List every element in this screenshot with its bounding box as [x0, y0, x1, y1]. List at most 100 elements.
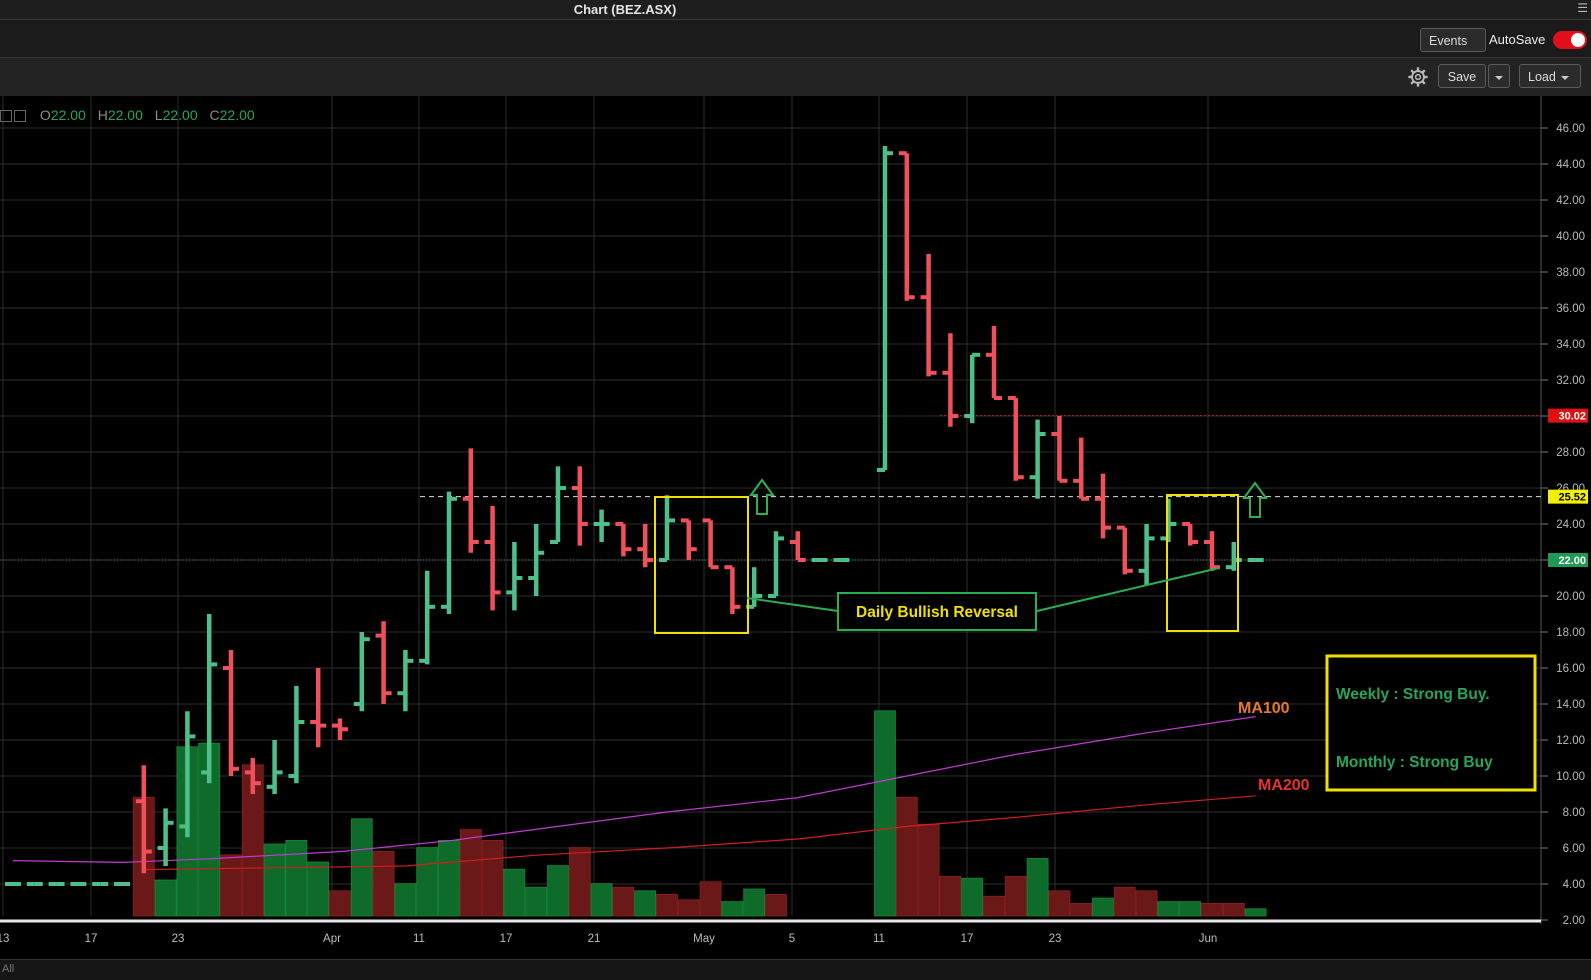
events-dropdown[interactable]: Events	[1420, 28, 1486, 68]
plot-background	[0, 96, 1591, 924]
range-bar: All	[0, 959, 1591, 980]
volume-bar	[677, 899, 700, 917]
open-key: O	[39, 107, 51, 123]
price-tag-label: 30.02	[1558, 411, 1586, 423]
volume-bar	[983, 895, 1005, 917]
volume-bar	[1201, 903, 1223, 917]
volume-bar	[503, 868, 526, 917]
range-all-button[interactable]: All	[2, 963, 14, 975]
volume-bar	[220, 854, 242, 917]
y-tick-label: 14.00	[1556, 699, 1585, 711]
y-tick-label: 36.00	[1556, 303, 1585, 315]
x-tick-label: Jun	[1199, 933, 1218, 945]
y-tick-label: 6.00	[1563, 843, 1585, 855]
volume-bar	[1004, 876, 1027, 917]
volume-bar	[481, 840, 504, 917]
x-tick-label: Apr	[323, 933, 341, 945]
volume-bar	[372, 850, 395, 917]
volume-bar	[459, 829, 482, 917]
volume-bar	[1048, 890, 1071, 917]
volume-bar	[547, 865, 569, 917]
volume-bar	[1135, 890, 1158, 917]
high-value: 22.00	[107, 107, 143, 123]
volume-bar	[1092, 897, 1114, 917]
ma100-label: MA100	[1238, 700, 1290, 717]
x-tick-label: 5	[789, 933, 795, 945]
load-label: Load	[1528, 70, 1556, 84]
chart-toolbar: Save Load	[0, 58, 1591, 97]
close-value: 22.00	[219, 107, 255, 123]
y-tick-label: 16.00	[1556, 663, 1585, 675]
y-tick-label: 12.00	[1556, 735, 1585, 747]
volume-bar	[939, 876, 962, 917]
save-options-button[interactable]	[1488, 64, 1510, 88]
volume-bar	[1179, 901, 1202, 917]
autosave-label: AutoSave	[1489, 32, 1546, 47]
y-tick-label: 46.00	[1556, 123, 1585, 135]
price-chart[interactable]: 2.00 4.00 6.00 8.00 10.00 12.00 14.00 16.00 18.0…	[0, 96, 1591, 959]
x-tick-label: 17	[85, 933, 98, 945]
chevron-down-icon	[1495, 75, 1503, 80]
volume-bar	[765, 894, 787, 917]
hamburger-icon[interactable]: ☰	[1577, 1, 1588, 15]
price-tag-label: 25.52	[1558, 492, 1586, 504]
y-tick-label: 44.00	[1556, 159, 1585, 171]
volume-bar	[874, 710, 896, 917]
signal-weekly: Weekly : Strong Buy.	[1336, 686, 1490, 703]
window-title: Chart (BEZ.ASX)	[573, 2, 677, 17]
events-label: Events	[1429, 34, 1468, 48]
volume-bar	[285, 840, 308, 917]
volume-bar	[1244, 908, 1267, 917]
volume-bar	[329, 890, 351, 917]
x-tick-label: 11	[873, 933, 885, 945]
volume-bar	[917, 823, 940, 917]
volume-bar	[1157, 901, 1180, 917]
y-tick-label: 24.00	[1556, 519, 1585, 531]
load-dropdown[interactable]: Load	[1519, 64, 1581, 88]
open-value: 22.00	[50, 107, 86, 123]
x-tick-label: 23	[1049, 933, 1062, 945]
toggle-knob	[1571, 33, 1585, 47]
volume-bar	[656, 894, 678, 917]
y-tick-label: 4.00	[1563, 879, 1585, 891]
volume-bar	[1026, 858, 1049, 917]
gear-icon[interactable]	[1407, 66, 1429, 88]
volume-bar	[612, 886, 635, 917]
signal-monthly: Monthly : Strong Buy	[1336, 754, 1493, 771]
volume-bar	[416, 847, 439, 917]
volume-bar	[525, 886, 548, 917]
ohlc-readout: O22.00 H22.00 L22.00 C22.00	[0, 107, 255, 123]
volume-bar	[1222, 903, 1245, 917]
y-tick-label: 42.00	[1556, 195, 1585, 207]
y-tick-label: 8.00	[1563, 807, 1585, 819]
volume-bar	[394, 883, 417, 917]
volume-bar	[895, 796, 918, 917]
low-value: 22.00	[162, 107, 198, 123]
volume-bar	[350, 818, 373, 917]
y-tick-label: 40.00	[1556, 231, 1585, 243]
top-toolbar: Events AutoSave	[0, 20, 1591, 68]
window-titlebar: Chart (BEZ.ASX) ☰	[0, 0, 1591, 20]
square-icon	[0, 110, 12, 123]
x-tick-label: 17	[500, 933, 513, 945]
x-tick-label: 17	[961, 933, 974, 945]
y-tick-label: 32.00	[1556, 375, 1585, 387]
save-button[interactable]: Save	[1438, 64, 1486, 88]
x-tick-label: 21	[588, 933, 601, 945]
volume-bar	[699, 881, 722, 917]
volume-bar	[590, 883, 613, 917]
volume-bar	[154, 879, 177, 917]
ma200-label: MA200	[1258, 777, 1310, 794]
y-tick-label: 28.00	[1556, 447, 1585, 459]
x-tick-label: 23	[172, 933, 185, 945]
volume-bar	[307, 861, 330, 917]
volume-bar	[1113, 886, 1136, 917]
y-tick-label: 38.00	[1556, 267, 1585, 279]
y-tick-label: 10.00	[1556, 771, 1585, 783]
chevron-down-icon	[1560, 75, 1569, 80]
autosave-toggle[interactable]	[1553, 31, 1587, 49]
volume-bar	[721, 901, 744, 917]
y-tick-label: 2.00	[1563, 915, 1585, 927]
x-tick-label: 11	[413, 933, 425, 945]
y-tick-label: 34.00	[1556, 339, 1585, 351]
